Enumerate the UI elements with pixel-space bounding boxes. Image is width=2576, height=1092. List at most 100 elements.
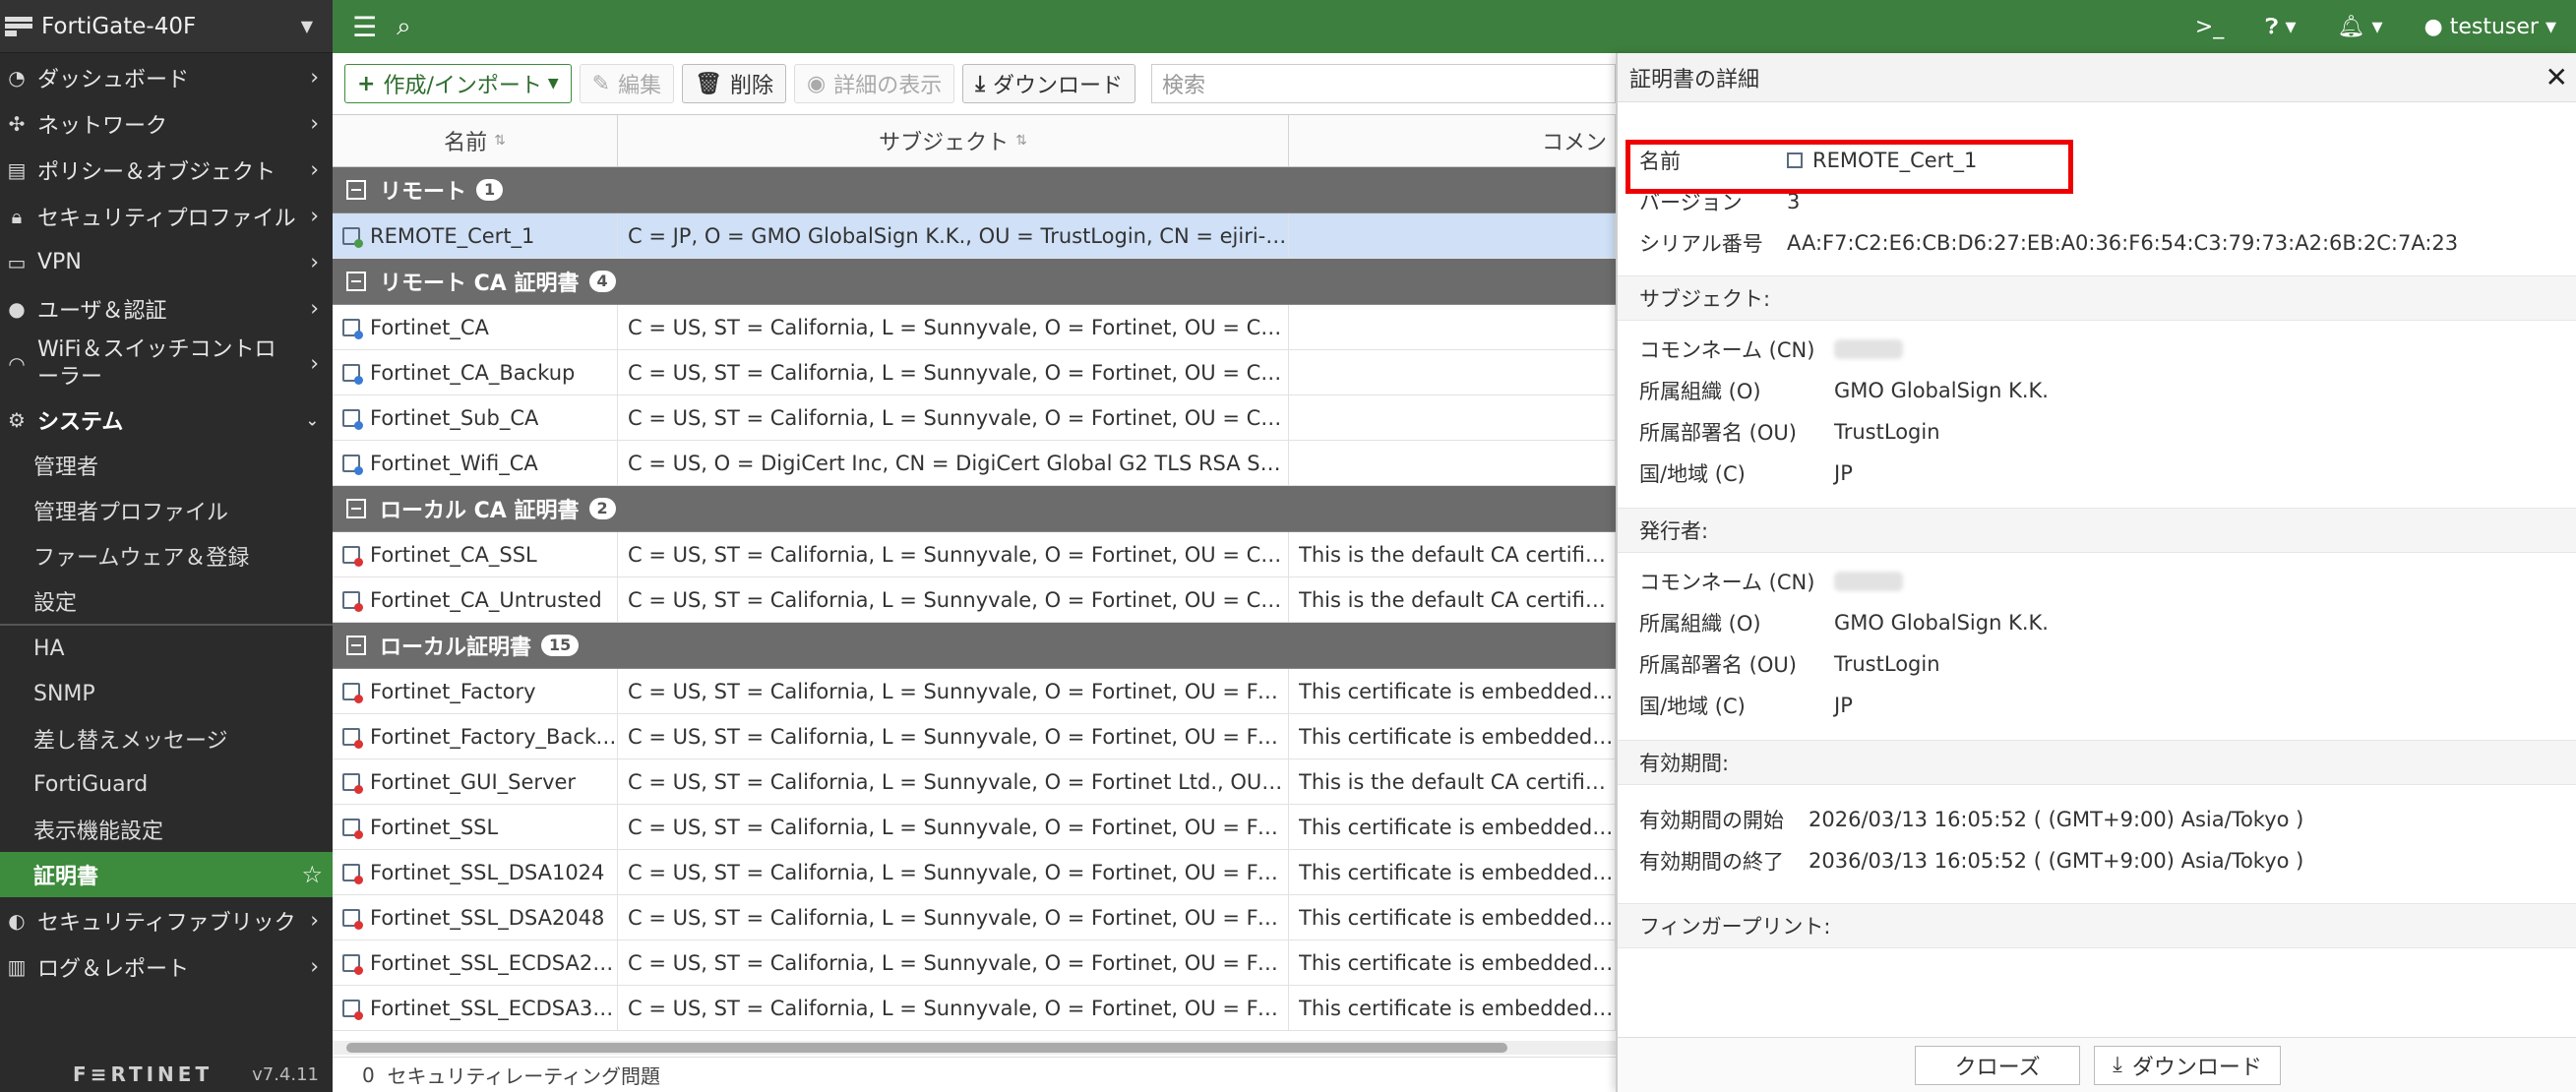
- count-badge: 2: [588, 498, 616, 519]
- redacted-value: [1834, 339, 1903, 359]
- certificate-icon: [342, 953, 363, 975]
- delete-button[interactable]: 🗑︎ 削除: [682, 64, 787, 103]
- cell-name: Fortinet_SSL_DSA1024: [333, 850, 618, 894]
- sidebar-item-security-fabric[interactable]: ◐ セキュリティファブリック ›: [0, 897, 333, 943]
- table-row[interactable]: Fortinet_SSL_DSA1024 C = US, ST = Califor…: [333, 850, 1616, 895]
- sidebar-item-label: ダッシュボード: [37, 67, 190, 92]
- sidebar-subitem-admin-profiles[interactable]: 管理者プロファイル: [0, 488, 333, 533]
- sidebar-item-network[interactable]: ✣ ネットワーク ›: [0, 100, 333, 147]
- device-selector[interactable]: FortiGate-40F ▼: [0, 0, 333, 53]
- sidebar-subitem-feature-visibility[interactable]: 表示機能設定: [0, 807, 333, 852]
- cli-console-icon[interactable]: >_: [2195, 15, 2224, 39]
- sort-icon: ⇅: [1015, 133, 1027, 149]
- group-header[interactable]: リモート CA 証明書 4: [333, 259, 1616, 305]
- table-row[interactable]: Fortinet_Wifi_CA C = US, O = DigiCert Inc…: [333, 441, 1616, 486]
- sidebar-subitem-certificates[interactable]: 証明書 ☆: [0, 852, 333, 897]
- scrollbar-thumb[interactable]: [346, 1043, 1507, 1053]
- panel-footer: クローズ ⤓ ダウンロード: [1618, 1037, 2576, 1092]
- cert-subject: C = US, O = DigiCert Inc, CN = DigiCert …: [628, 451, 1288, 475]
- header-label: 名前: [444, 131, 488, 155]
- table-row[interactable]: Fortinet_SSL_ECDSA384 C = US, ST = Califo…: [333, 986, 1616, 1031]
- collapse-icon[interactable]: [346, 636, 366, 655]
- fortinet-logo: F≡RTINET: [73, 1062, 214, 1086]
- fortigate-device-icon: [5, 16, 32, 36]
- table-row[interactable]: Fortinet_SSL_ECDSA256 C = US, ST = Califo…: [333, 940, 1616, 986]
- table-row[interactable]: Fortinet_Factory_Backup C = US, ST = Cali…: [333, 714, 1616, 759]
- help-icon[interactable]: ❓︎ ▾: [2265, 15, 2296, 39]
- header-label: サブジェクト: [879, 131, 1010, 155]
- table-row[interactable]: Fortinet_Sub_CA C = US, ST = California, …: [333, 395, 1616, 441]
- edit-button[interactable]: ✎ 編集: [579, 64, 675, 103]
- collapse-icon[interactable]: [346, 272, 366, 291]
- create-import-button[interactable]: + 作成/インポート ▼: [344, 64, 572, 103]
- validity-section-header: 有効期間:: [1618, 740, 2576, 785]
- menu-icon[interactable]: ☰: [352, 11, 377, 43]
- sidebar-item-vpn[interactable]: ▭ VPN ›: [0, 239, 333, 285]
- button-label: 削除: [730, 74, 774, 98]
- sidebar-subitem-admins[interactable]: 管理者: [0, 443, 333, 488]
- view-details-button[interactable]: ◉ 詳細の表示: [794, 64, 955, 103]
- chevron-right-icon: ›: [310, 351, 319, 377]
- column-header-comment[interactable]: コメン: [1289, 115, 1616, 166]
- star-icon[interactable]: ☆: [301, 861, 323, 888]
- detail-label: 所属組織 (O): [1639, 612, 1761, 636]
- search-icon[interactable]: ⌕: [397, 12, 411, 42]
- sidebar-subitem-ha[interactable]: HA: [0, 626, 333, 671]
- sidebar-subitem-snmp[interactable]: SNMP: [0, 671, 333, 716]
- certificate-icon: [342, 772, 363, 794]
- column-header-subject[interactable]: サブジェクト ⇅: [618, 115, 1289, 166]
- sidebar-subitem-firmware[interactable]: ファームウェア＆登録: [0, 533, 333, 578]
- close-icon[interactable]: ✕: [2545, 61, 2568, 93]
- collapse-icon[interactable]: [346, 499, 366, 518]
- table-row[interactable]: Fortinet_CA_SSL C = US, ST = California, …: [333, 532, 1616, 577]
- sidebar-subitem-replacement-messages[interactable]: 差し替えメッセージ: [0, 716, 333, 761]
- download-button[interactable]: ⤓ ダウンロード: [962, 64, 1136, 103]
- cert-comment: This is the default CA certificate th: [1299, 587, 1615, 612]
- sidebar-item-label: VPN: [37, 250, 82, 274]
- bell-icon[interactable]: 🔔︎ ▾: [2338, 15, 2383, 39]
- column-header-name[interactable]: 名前 ⇅: [333, 115, 618, 166]
- table-row[interactable]: Fortinet_SSL_DSA2048 C = US, ST = Califor…: [333, 895, 1616, 940]
- table-row[interactable]: REMOTE_Cert_1 C = JP, O = GMO GlobalSign …: [333, 213, 1616, 259]
- search-input[interactable]: 検索: [1151, 64, 1616, 103]
- detail-label: 国/地域 (C): [1639, 695, 1746, 718]
- cert-name: Fortinet_SSL_DSA2048: [370, 905, 605, 930]
- group-header[interactable]: ローカル CA 証明書 2: [333, 486, 1616, 532]
- group-header[interactable]: リモート 1: [333, 167, 1616, 213]
- sidebar-item-user-auth[interactable]: ● ユーザ＆認証 ›: [0, 285, 333, 332]
- horizontal-scrollbar[interactable]: [333, 1041, 1616, 1055]
- issuer-o-row: 所属組織 (O) GMO GlobalSign K.K.: [1618, 602, 2576, 643]
- detail-value: JP: [1834, 694, 1853, 717]
- cell-comment: [1289, 395, 1616, 440]
- group-header[interactable]: ローカル証明書 15: [333, 623, 1616, 669]
- table-row[interactable]: Fortinet_GUI_Server C = US, ST = Californ…: [333, 759, 1616, 805]
- subject-ou-row: 所属部署名 (OU) TrustLogin: [1618, 411, 2576, 453]
- certificate-icon: [342, 863, 363, 884]
- user-menu[interactable]: ● testuser ▾: [2424, 15, 2556, 39]
- cert-name: Fortinet_SSL_DSA1024: [370, 860, 605, 884]
- collapse-icon[interactable]: [346, 180, 366, 200]
- sidebar-item-system[interactable]: ⚙ システム ⌄: [0, 396, 333, 443]
- sidebar-item-security-profile[interactable]: 🔒︎ セキュリティプロファイル ›: [0, 193, 333, 239]
- sidebar-subitem-fortiguard[interactable]: FortiGuard: [0, 761, 333, 807]
- certificate-icon: [342, 908, 363, 930]
- security-rating-label[interactable]: セキュリティレーティング問題: [387, 1061, 660, 1089]
- sidebar-item-dashboard[interactable]: ◔ ダッシュボード ›: [0, 54, 333, 100]
- sidebar-item-wifi-switch[interactable]: ◠ WiFi＆スイッチコントローラー ›: [0, 332, 333, 396]
- cell-name: Fortinet_SSL_ECDSA256: [333, 940, 618, 985]
- vpn-icon: ▭: [7, 250, 27, 274]
- panel-download-button[interactable]: ⤓ ダウンロード: [2094, 1045, 2281, 1085]
- cell-name: Fortinet_Wifi_CA: [333, 441, 618, 485]
- table-row[interactable]: Fortinet_SSL C = US, ST = California, L =…: [333, 805, 1616, 850]
- close-button[interactable]: クローズ: [1915, 1045, 2081, 1085]
- table-row[interactable]: Fortinet_CA C = US, ST = California, L = …: [333, 305, 1616, 350]
- table-row[interactable]: Fortinet_CA_Untrusted C = US, ST = Califo…: [333, 577, 1616, 623]
- cert-subject: C = US, ST = California, L = Sunnyvale, …: [628, 315, 1288, 339]
- table-row[interactable]: Fortinet_CA_Backup C = US, ST = Californi…: [333, 350, 1616, 395]
- table-row[interactable]: Fortinet_Factory C = US, ST = California,…: [333, 669, 1616, 714]
- sidebar-subitem-settings[interactable]: 設定: [0, 578, 333, 624]
- sidebar-item-log-report[interactable]: ▥ ログ＆レポート ›: [0, 943, 333, 990]
- sidebar-item-policy[interactable]: ▤ ポリシー＆オブジェクト ›: [0, 147, 333, 193]
- cert-comment: This certificate is embedded in the: [1299, 860, 1615, 884]
- certificate-icon: [342, 682, 363, 703]
